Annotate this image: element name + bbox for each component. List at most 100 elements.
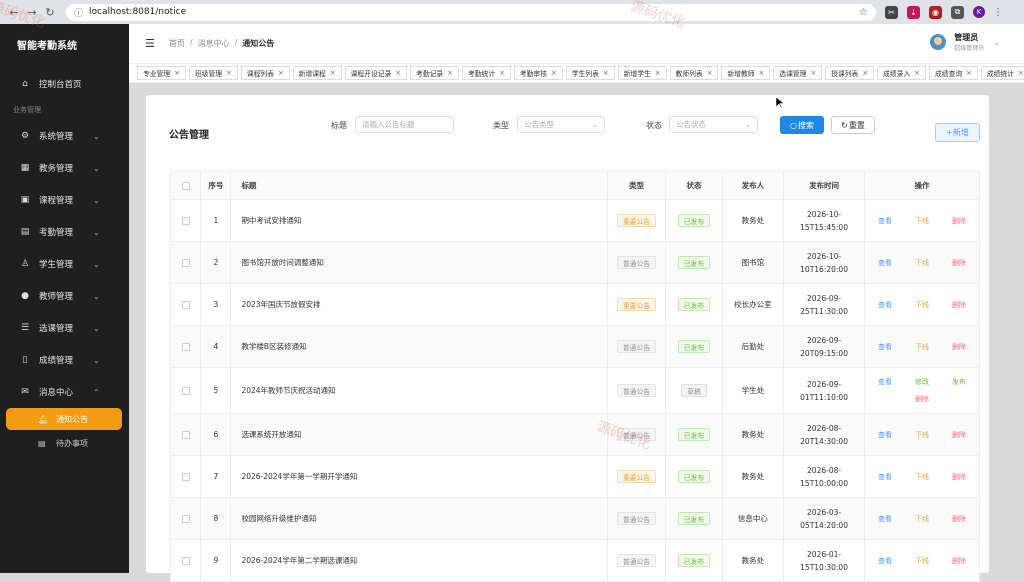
- close-icon[interactable]: ×: [655, 69, 661, 77]
- offline-link[interactable]: 下线: [903, 514, 940, 524]
- close-icon[interactable]: ×: [551, 69, 557, 77]
- close-icon[interactable]: ×: [966, 69, 972, 77]
- delete-link[interactable]: 删除: [903, 394, 940, 404]
- select-all-checkbox[interactable]: [181, 181, 190, 190]
- sidebar-item-course[interactable]: ▣ 课程管理 ⌄: [0, 184, 129, 216]
- delete-link[interactable]: 删除: [940, 430, 977, 440]
- view-link[interactable]: 查看: [866, 216, 903, 226]
- sidebar-item-attendance[interactable]: ▤ 考勤管理 ⌄: [0, 216, 129, 248]
- view-link[interactable]: 查看: [866, 514, 903, 524]
- sidebar-item-grades[interactable]: ▯ 成绩管理 ⌄: [0, 344, 129, 376]
- bookmark-star-icon[interactable]: ☆: [859, 7, 868, 18]
- close-icon[interactable]: ×: [1018, 69, 1024, 77]
- row-checkbox[interactable]: [181, 430, 190, 439]
- view-link[interactable]: 查看: [866, 342, 903, 352]
- offline-link[interactable]: 下线: [903, 258, 940, 268]
- delete-link[interactable]: 删除: [940, 342, 977, 352]
- tab-10[interactable]: 新增学生 ×: [617, 66, 667, 80]
- view-link[interactable]: 查看: [866, 300, 903, 310]
- tab-14[interactable]: 授课列表 ×: [825, 66, 875, 80]
- tab-1[interactable]: 专业管理 ×: [137, 66, 186, 80]
- tab-9[interactable]: 学生列表 ×: [565, 66, 615, 80]
- offline-link[interactable]: 下线: [903, 556, 940, 566]
- tab-13[interactable]: 选课管理 ×: [773, 66, 823, 80]
- sidebar-item-student[interactable]: ♙ 学生管理 ⌄: [0, 248, 129, 280]
- tab-8[interactable]: 考勤审核 ×: [513, 66, 563, 80]
- sidebar-subitem-todo[interactable]: ▤ 待办事项: [0, 430, 129, 456]
- row-checkbox[interactable]: [181, 258, 190, 267]
- offline-link[interactable]: 下线: [903, 342, 940, 352]
- close-icon[interactable]: ×: [226, 69, 232, 77]
- sidebar-subitem-notice[interactable]: 🔔︎ 通知公告: [6, 408, 122, 430]
- extension-scissors-icon[interactable]: ✂: [885, 5, 898, 19]
- chevron-down-icon[interactable]: ⌄: [993, 38, 1000, 47]
- row-checkbox[interactable]: [181, 300, 190, 309]
- close-icon[interactable]: ×: [759, 69, 765, 77]
- title-search-input[interactable]: 请输入公告标题: [355, 116, 454, 133]
- row-checkbox[interactable]: [181, 472, 190, 481]
- offline-link[interactable]: 下线: [903, 472, 940, 482]
- tab-6[interactable]: 考勤记录 ×: [410, 66, 459, 80]
- breadcrumb-home[interactable]: 首页: [169, 38, 185, 49]
- sidebar-item-academic[interactable]: ▦ 教务管理 ⌄: [0, 152, 129, 184]
- profile-avatar[interactable]: K: [973, 6, 985, 18]
- delete-link[interactable]: 删除: [940, 556, 977, 566]
- close-icon[interactable]: ×: [395, 69, 401, 77]
- view-link[interactable]: 查看: [866, 258, 903, 268]
- tab-4[interactable]: 新增课程 ×: [292, 66, 342, 80]
- site-info-icon[interactable]: ⓘ: [74, 6, 83, 19]
- user-menu[interactable]: 管理员 超级管理员 ⌄: [930, 32, 1000, 52]
- close-icon[interactable]: ×: [330, 69, 336, 77]
- delete-link[interactable]: 删除: [940, 472, 977, 482]
- view-link[interactable]: 查看: [866, 556, 903, 566]
- sidebar-item-system[interactable]: ⚙ 系统管理 ⌄: [0, 120, 129, 152]
- close-icon[interactable]: ×: [447, 69, 453, 77]
- tab-12[interactable]: 新增教师 ×: [721, 66, 771, 80]
- sidebar-item-teacher[interactable]: ● 教师管理 ⌄: [0, 280, 129, 312]
- row-checkbox[interactable]: [181, 514, 190, 523]
- delete-link[interactable]: 删除: [940, 216, 977, 226]
- reset-button[interactable]: ↻ 重置: [831, 116, 875, 134]
- tab-2[interactable]: 班级管理 ×: [188, 66, 238, 80]
- edit-link[interactable]: 修改: [903, 377, 940, 387]
- delete-link[interactable]: 删除: [940, 258, 977, 268]
- close-icon[interactable]: ×: [810, 69, 816, 77]
- tab-7[interactable]: 考勤统计 ×: [461, 66, 511, 80]
- extension-bug-icon[interactable]: ◉: [929, 5, 942, 19]
- close-icon[interactable]: ×: [603, 69, 609, 77]
- avatar[interactable]: [930, 34, 947, 50]
- view-link[interactable]: 查看: [866, 377, 903, 387]
- close-icon[interactable]: ×: [707, 69, 713, 77]
- close-icon[interactable]: ×: [278, 69, 284, 77]
- row-checkbox[interactable]: [181, 386, 190, 395]
- close-icon[interactable]: ×: [174, 69, 180, 77]
- tab-17[interactable]: 成绩统计 ×: [980, 66, 1024, 80]
- type-select[interactable]: 公告类型 ⌄: [517, 116, 605, 133]
- view-link[interactable]: 查看: [866, 430, 903, 440]
- status-select[interactable]: 公告状态 ⌄: [669, 116, 758, 133]
- extension-download-icon[interactable]: ↓: [907, 5, 920, 19]
- menu-toggle-icon[interactable]: ☰: [145, 37, 155, 50]
- extensions-puzzle-icon[interactable]: ⧉: [951, 5, 964, 19]
- sidebar-item-selection[interactable]: ☰ 选课管理 ⌄: [0, 312, 129, 344]
- view-link[interactable]: 查看: [866, 472, 903, 482]
- close-icon[interactable]: ×: [914, 69, 920, 77]
- row-checkbox[interactable]: [181, 216, 190, 225]
- tab-11[interactable]: 教师列表 ×: [669, 66, 719, 80]
- delete-link[interactable]: 删除: [940, 514, 977, 524]
- offline-link[interactable]: 下线: [903, 300, 940, 310]
- delete-link[interactable]: 删除: [940, 300, 977, 310]
- sidebar-item-home[interactable]: ⌂ 控制台首页: [0, 68, 129, 100]
- tab-16[interactable]: 成绩查询 ×: [928, 66, 978, 80]
- close-icon[interactable]: ×: [499, 69, 505, 77]
- offline-link[interactable]: 下线: [903, 430, 940, 440]
- browser-menu-icon[interactable]: ⋮: [993, 7, 1003, 18]
- tab-5[interactable]: 课程开设记录 ×: [344, 66, 408, 80]
- search-button[interactable]: ○ 搜索: [780, 116, 824, 134]
- publish-link[interactable]: 发布: [940, 377, 977, 387]
- tab-3[interactable]: 课程列表 ×: [240, 66, 290, 80]
- sidebar-item-messages[interactable]: ✉ 消息中心 ⌃: [0, 376, 129, 408]
- breadcrumb-messages[interactable]: 消息中心: [198, 38, 230, 49]
- address-bar[interactable]: ⓘ localhost:8081/notice ☆: [66, 3, 876, 21]
- row-checkbox[interactable]: [181, 556, 190, 565]
